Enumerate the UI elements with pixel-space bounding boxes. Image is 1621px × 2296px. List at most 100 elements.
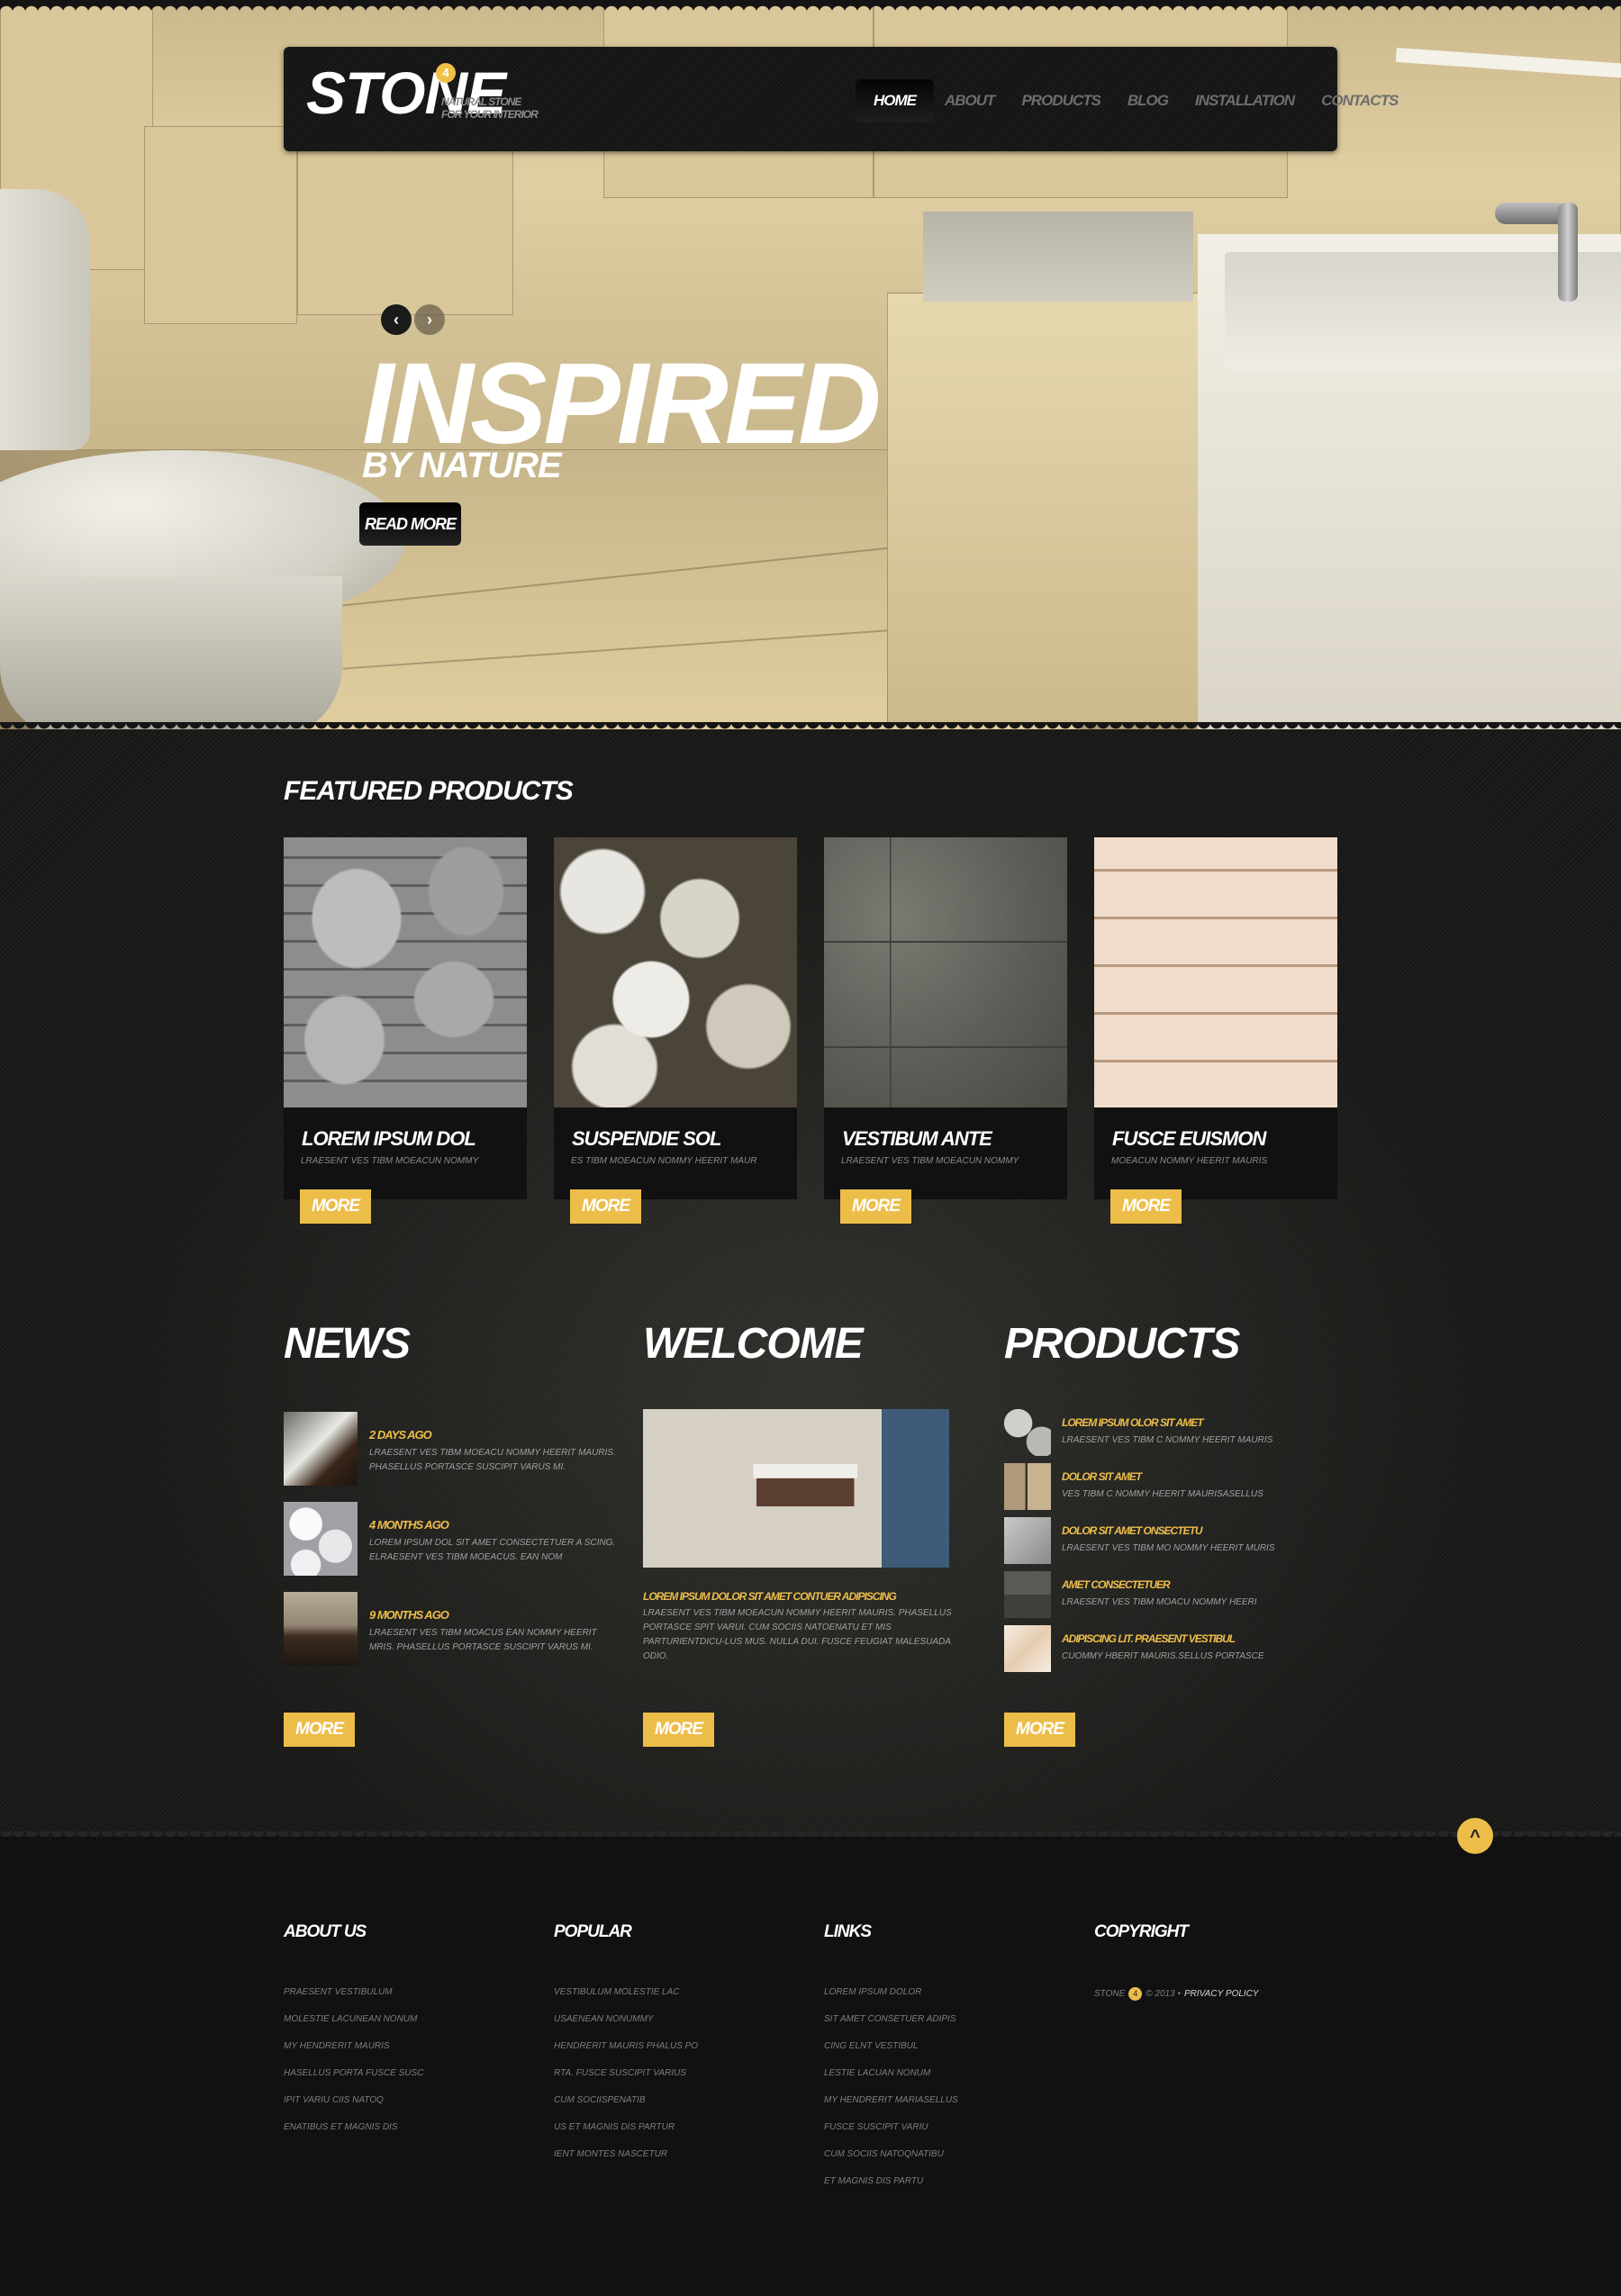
news-item: 9 MONTHS AGO LRAESENT VES TIBM MOACUS EA… (284, 1592, 626, 1668)
footer-copyright: COPYRIGHT STONE 4 © 2013 • PRIVACY POLIC… (1094, 1922, 1346, 2001)
tagline: NATURAL STONE FOR YOUR INTERIOR (441, 95, 539, 121)
footer-link[interactable]: MY HENDRERIT MAURIS (284, 2041, 536, 2068)
product-more-button[interactable]: MORE (840, 1189, 911, 1224)
footer-link[interactable]: FUSCE SUSCIPIT VARIU (824, 2122, 1076, 2149)
footer-link[interactable]: ENATIBUS ET MAGNIS DIS (284, 2122, 536, 2149)
tagline-line2: FOR YOUR INTERIOR (441, 108, 539, 121)
footer-link[interactable]: LESTIE LACUAN NONUM (824, 2068, 1076, 2095)
privacy-policy-link[interactable]: PRIVACY POLICY (1184, 1989, 1259, 1999)
news-date[interactable]: 4 MONTHS AGO (369, 1518, 449, 1532)
footer-link[interactable]: USAENEAN NONUMMY (554, 2014, 806, 2041)
welcome-text: LRAESENT VES TIBM MOEACUN NOMMY HEERIT M… (643, 1608, 952, 1661)
footer-links-title: LINKS (824, 1922, 872, 1941)
footer-about-list: PRAESENT VESTIBULUM MOLESTIE LACUNEAN NO… (284, 1987, 536, 2149)
product-title[interactable]: FUSCE EUISMON (1112, 1127, 1266, 1151)
product-thumbnail[interactable] (1004, 1517, 1051, 1564)
chevron-right-icon: › (427, 311, 432, 329)
footer-link[interactable]: IPIT VARIU CIIS NATOQ (284, 2095, 536, 2122)
copyright-line: STONE 4 © 2013 • PRIVACY POLICY (1094, 1987, 1346, 2001)
product-list-title[interactable]: AMET CONSECTETUER (1062, 1578, 1171, 1591)
nav-about[interactable]: ABOUT (934, 79, 1005, 122)
news-item: 4 MONTHS AGO LOREM IPSUM DOL SIT AMET CO… (284, 1502, 626, 1578)
product-thumbnail[interactable] (1004, 1571, 1051, 1618)
welcome-headline[interactable]: LOREM IPSUM DOLOR SIT AMET CONTUER ADIPI… (643, 1590, 897, 1603)
footer-link[interactable]: US ET MAGNIS DIS PARTUR (554, 2122, 806, 2149)
toilet-tank (0, 189, 90, 450)
footer-link[interactable]: LOREM IPSUM DOLOR (824, 1987, 1076, 2014)
slider-prev-button[interactable]: ‹ (381, 304, 412, 335)
footer-link[interactable]: PRAESENT VESTIBULUM (284, 1987, 536, 2014)
welcome-image (643, 1409, 949, 1568)
nav-blog[interactable]: BLOG (1117, 79, 1179, 122)
footer-link[interactable]: MY HENDRERIT MARIASELLUS (824, 2095, 1076, 2122)
product-list-title[interactable]: LOREM IPSUM OLOR SIT AMET (1062, 1416, 1204, 1429)
nav-home[interactable]: HOME (856, 79, 934, 122)
chevron-left-icon: ‹ (394, 311, 399, 329)
product-desc: MOEACUN NOMMY HEERIT MAURIS (1111, 1156, 1268, 1166)
footer-link[interactable]: HENDRERIT MAURIS PHALUS PO (554, 2041, 806, 2068)
footer-link[interactable]: ET MAGNIS DIS PARTU (824, 2176, 1076, 2203)
footer-link[interactable]: IENT MONTES NASCETUR (554, 2149, 806, 2176)
product-list-desc: LRAESENT VES TIBM MO NOMMY HEERIT MURIS (1062, 1543, 1275, 1553)
footer-link[interactable]: MOLESTIE LACUNEAN NONUM (284, 2014, 536, 2041)
back-to-top-button[interactable]: ^ (1457, 1818, 1493, 1854)
scallop-border-top (0, 0, 1621, 11)
product-image[interactable] (284, 837, 527, 1107)
product-list-title[interactable]: ADIPISCING LIT. PRAESENT VESTIBUL (1062, 1632, 1236, 1645)
news-title: NEWS (284, 1320, 411, 1368)
footer-link[interactable]: CING ELNT VESTIBUL (824, 2041, 1076, 2068)
news-thumbnail[interactable] (284, 1502, 358, 1576)
product-more-button[interactable]: MORE (300, 1189, 371, 1224)
news-thumbnail[interactable] (284, 1412, 358, 1486)
footer-link[interactable]: CUM SOCIISPENATIB (554, 2095, 806, 2122)
nav-products[interactable]: PRODUCTS (1010, 79, 1110, 122)
slider-next-button[interactable]: › (414, 304, 445, 335)
news-more-button[interactable]: MORE (284, 1713, 355, 1747)
news-thumbnail[interactable] (284, 1592, 358, 1666)
nav-installation[interactable]: INSTALLATION (1184, 79, 1305, 122)
hero-title: INSPIRED (362, 339, 882, 468)
product-more-button[interactable]: MORE (1110, 1189, 1182, 1224)
product-image[interactable] (554, 837, 797, 1107)
product-card-body: SUSPENDIE SOL ES TIBM MOEACUN NOMMY HEER… (554, 1107, 797, 1199)
footer-popular-list: VESTIBULUM MOLESTIE LAC USAENEAN NONUMMY… (554, 1987, 806, 2176)
product-thumbnail[interactable] (1004, 1409, 1051, 1456)
product-list-title[interactable]: DOLOR SIT AMET (1062, 1470, 1142, 1483)
footer-link[interactable]: CUM SOCIIS NATOQNATIBU (824, 2149, 1076, 2176)
read-more-button[interactable]: READ MORE (359, 502, 461, 546)
copyright-brand: STONE (1094, 1989, 1126, 1999)
news-date[interactable]: 9 MONTHS AGO (369, 1608, 449, 1622)
product-desc: LRAESENT VES TIBM MOEACUN NOMMY (841, 1156, 1019, 1166)
product-card-body: LOREM IPSUM DOL LRAESENT VES TIBM MOEACU… (284, 1107, 527, 1199)
product-list-title[interactable]: DOLOR SIT AMET ONSECTETU (1062, 1524, 1203, 1537)
product-card: SUSPENDIE SOL ES TIBM MOEACUN NOMMY HEER… (554, 837, 797, 1199)
main-content (0, 729, 1621, 1842)
welcome-more-button[interactable]: MORE (643, 1713, 714, 1747)
news-text: LRAESENT VES TIBM MOEACU NOMMY HEERIT MA… (369, 1448, 616, 1472)
footer-link[interactable]: HASELLUS PORTA FUSCE SUSC (284, 2068, 536, 2095)
product-thumbnail[interactable] (1004, 1625, 1051, 1672)
product-title[interactable]: VESTIBUM ANTE (842, 1127, 992, 1151)
product-thumbnail[interactable] (1004, 1463, 1051, 1510)
footer-links: LINKS LOREM IPSUM DOLOR SIT AMET CONSETU… (824, 1922, 1076, 2203)
product-card: FUSCE EUISMON MOEACUN NOMMY HEERIT MAURI… (1094, 837, 1337, 1199)
footer-popular: POPULAR VESTIBULUM MOLESTIE LAC USAENEAN… (554, 1922, 806, 2176)
product-card-body: VESTIBUM ANTE LRAESENT VES TIBM MOEACUN … (824, 1107, 1067, 1199)
footer-link[interactable]: VESTIBULUM MOLESTIE LAC (554, 1987, 806, 2014)
product-image[interactable] (824, 837, 1067, 1107)
copyright-text: © 2013 • (1146, 1989, 1181, 1999)
footer-link[interactable]: RTA. FUSCE SUSCIPIT VARIUS (554, 2068, 806, 2095)
footer-about: ABOUT US PRAESENT VESTIBULUM MOLESTIE LA… (284, 1922, 536, 2149)
nav-contacts[interactable]: CONTACTS (1310, 79, 1408, 122)
product-desc: ES TIBM MOEACUN NOMMY HEERIT MAUR (571, 1156, 757, 1166)
product-title[interactable]: LOREM IPSUM DOL (302, 1127, 476, 1151)
product-more-button[interactable]: MORE (570, 1189, 641, 1224)
product-image[interactable] (1094, 837, 1337, 1107)
news-date[interactable]: 2 DAYS AGO (369, 1428, 432, 1442)
product-list-item: ADIPISCING LIT. PRAESENT VESTIBUL CUOMMY… (1004, 1625, 1274, 1672)
products-more-button[interactable]: MORE (1004, 1713, 1075, 1747)
footer-copyright-title: COPYRIGHT (1094, 1922, 1189, 1941)
product-title[interactable]: SUSPENDIE SOL (572, 1127, 721, 1151)
footer-link[interactable]: SIT AMET CONSETUER ADIPIS (824, 2014, 1076, 2041)
tile (144, 126, 297, 324)
